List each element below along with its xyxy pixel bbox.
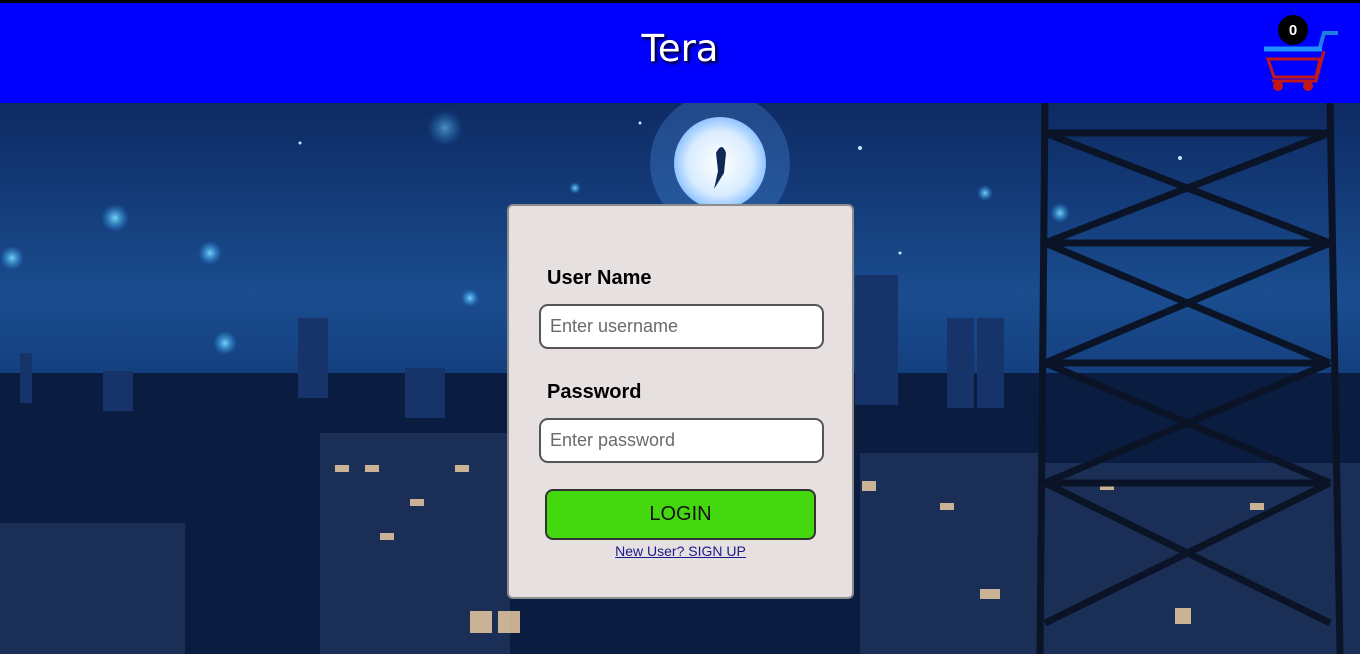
- cart-count-badge: 0: [1278, 15, 1308, 45]
- password-input[interactable]: [539, 418, 824, 463]
- username-label: User Name: [547, 267, 652, 289]
- login-button[interactable]: LOGIN: [545, 489, 816, 540]
- signup-link[interactable]: New User? SIGN UP: [509, 543, 852, 559]
- top-navbar: Tera 0: [0, 3, 1360, 103]
- login-card: User Name Password LOGIN New User? SIGN …: [507, 204, 854, 599]
- password-label: Password: [547, 381, 642, 403]
- cart-button[interactable]: 0: [1258, 15, 1340, 95]
- brand-title: Tera: [641, 27, 719, 70]
- username-input[interactable]: [539, 304, 824, 349]
